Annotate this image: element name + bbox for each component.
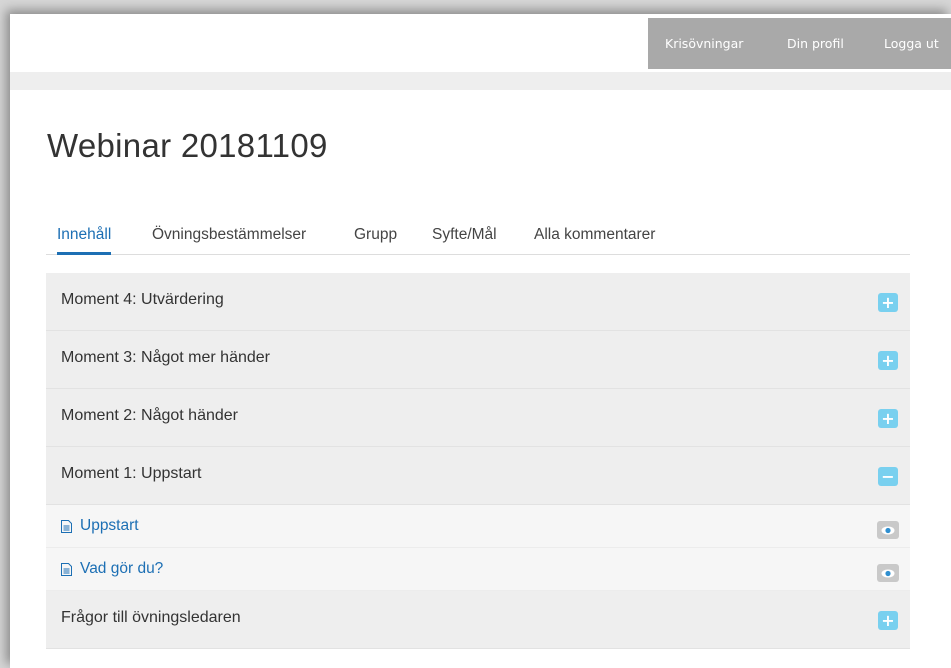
panel-moment-4[interactable]: Moment 4: Utvärdering + [46,273,910,331]
panel-title: Moment 2: Något händer [61,407,238,424]
document-icon [61,519,72,533]
header-band [10,72,951,90]
tab-innehall[interactable]: Innehåll [57,226,112,255]
plus-icon[interactable]: + [878,409,898,428]
nav-link-profile[interactable]: Din profil [787,36,844,51]
panel-title: Frågor till övningsledaren [61,609,241,626]
panel-title: Moment 1: Uppstart [61,465,202,482]
panel-moment-1[interactable]: Moment 1: Uppstart − [46,447,910,505]
tab-syfte-mal[interactable]: Syfte/Mål [432,226,497,255]
view-button[interactable] [877,564,899,582]
app-window: Krisövningar Din profil Logga ut Webinar… [10,14,951,668]
main-nav: Krisövningar Din profil Logga ut [648,18,951,69]
eye-icon [881,526,895,534]
panel-fragor-ovningsledaren[interactable]: Frågor till övningsledaren + [46,591,910,649]
panel-title: Moment 4: Utvärdering [61,291,224,308]
tab-bar: Innehåll Övningsbestämmelser Grupp Syfte… [46,226,910,255]
plus-icon[interactable]: + [878,611,898,630]
item-link-uppstart[interactable]: Uppstart [61,517,139,535]
panel-title: Moment 3: Något mer händer [61,349,270,366]
item-link-vad-gor-du[interactable]: Vad gör du? [61,560,163,578]
tab-ovningsbestammelser[interactable]: Övningsbestämmelser [152,226,306,255]
panel-moment-2[interactable]: Moment 2: Något händer + [46,389,910,447]
item-label: Uppstart [80,517,139,534]
moment-accordion: Moment 4: Utvärdering + Moment 3: Något … [46,273,910,649]
page-title: Webinar 20181109 [47,127,328,164]
view-button[interactable] [877,521,899,539]
list-item: Uppstart [46,505,910,548]
nav-link-krisovningar[interactable]: Krisövningar [665,36,743,51]
plus-icon[interactable]: + [878,351,898,370]
item-label: Vad gör du? [80,560,164,577]
plus-icon[interactable]: + [878,293,898,312]
tab-grupp[interactable]: Grupp [354,226,397,255]
list-item: Vad gör du? [46,548,910,591]
panel-moment-3[interactable]: Moment 3: Något mer händer + [46,331,910,389]
tab-alla-kommentarer[interactable]: Alla kommentarer [534,226,655,255]
minus-icon[interactable]: − [878,467,898,486]
nav-link-logout[interactable]: Logga ut [884,36,939,51]
document-icon [61,562,72,576]
top-bar: Krisövningar Din profil Logga ut [10,14,951,90]
eye-icon [881,569,895,577]
